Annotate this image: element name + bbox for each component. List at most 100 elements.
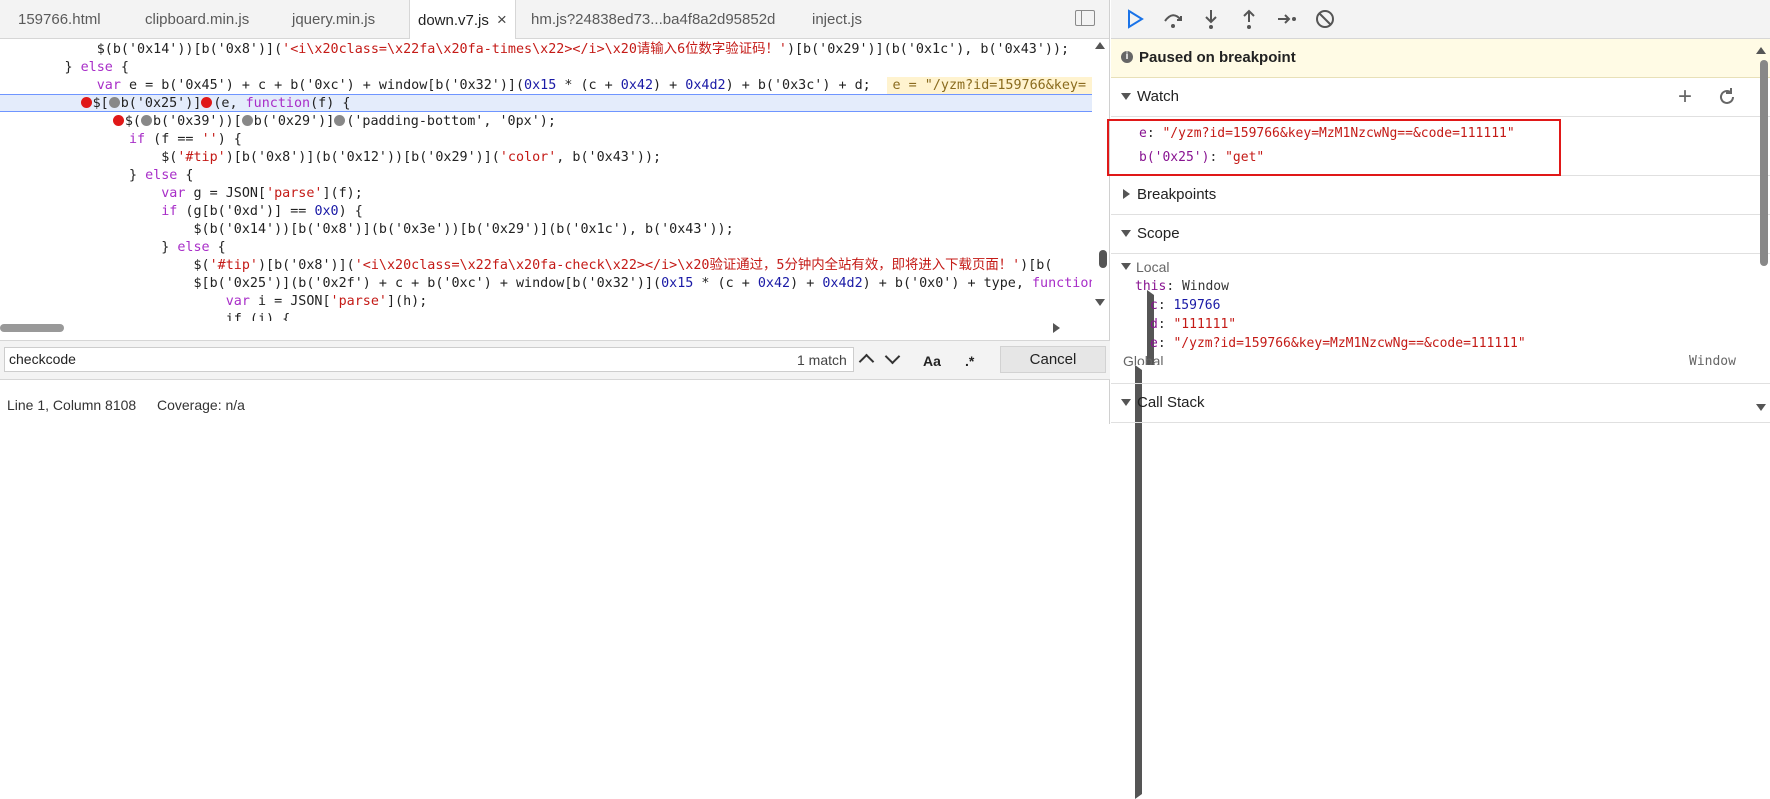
code-line: $('#tip')[b('0x8')](b('0x12'))[b('0x29')… bbox=[0, 150, 662, 165]
code-line: $(b('0x39'))[b('0x29')] ('padding-bottom'… bbox=[0, 113, 1092, 131]
refresh-icon[interactable] bbox=[1717, 87, 1737, 107]
editor-tab-bar: 159766.html clipboard.min.js jquery.min.… bbox=[0, 0, 1109, 39]
match-count: 1 match bbox=[797, 352, 847, 368]
resume-icon bbox=[1128, 9, 1144, 29]
scroll-down-icon[interactable] bbox=[1095, 299, 1105, 306]
breakpoints-title: Breakpoints bbox=[1137, 186, 1217, 203]
inline-breakpoint-icon[interactable] bbox=[108, 97, 120, 108]
step-over-button[interactable] bbox=[1161, 8, 1185, 30]
breakpoint-icon[interactable] bbox=[201, 97, 213, 108]
tab-clipboard-min-js[interactable]: clipboard.min.js bbox=[145, 0, 249, 38]
expand-arrow-icon bbox=[1121, 230, 1131, 237]
inline-breakpoint-icon[interactable] bbox=[334, 115, 346, 126]
step-out-icon bbox=[1243, 9, 1255, 29]
step-into-button[interactable] bbox=[1199, 8, 1223, 30]
scope-item[interactable]: d: "111111" bbox=[1150, 315, 1236, 334]
cancel-button[interactable]: Cancel bbox=[1000, 346, 1106, 373]
toggle-sidebar-icon[interactable] bbox=[1075, 10, 1095, 26]
watch-item[interactable]: b('0x25'): "get" bbox=[1139, 150, 1264, 165]
watch-section-header[interactable]: Watch + bbox=[1111, 78, 1770, 117]
code-line: if (i) { bbox=[0, 312, 291, 321]
callstack-section-header[interactable]: Call Stack bbox=[1111, 383, 1770, 423]
horizontal-scrollbar[interactable] bbox=[0, 321, 1092, 335]
inline-value-e: e = "/yzm?id=159766&key= bbox=[886, 77, 1092, 94]
search-bar: checkcode 1 match Aa .* Cancel bbox=[0, 340, 1110, 380]
tab-inject-js[interactable]: inject.js bbox=[812, 0, 862, 38]
status-bar: Line 1, Column 8108 Coverage: n/a bbox=[0, 392, 1110, 422]
global-scope-value: Window bbox=[1689, 354, 1736, 369]
info-icon: i bbox=[1121, 51, 1133, 63]
code-line: $(b('0x14'))[b('0x8')](b('0x3e'))[b('0x2… bbox=[0, 222, 734, 237]
code-line: if (f == '') { bbox=[129, 132, 242, 147]
tab-159766-html[interactable]: 159766.html bbox=[18, 0, 101, 38]
next-match-button[interactable] bbox=[881, 348, 903, 370]
scope-section-header[interactable]: Scope bbox=[1111, 215, 1770, 254]
deactivate-breakpoints-icon bbox=[1316, 10, 1334, 28]
step-icon bbox=[1278, 14, 1296, 24]
scope-title: Scope bbox=[1137, 225, 1180, 242]
tab-label: down.v7.js bbox=[418, 12, 489, 29]
regex-button[interactable]: .* bbox=[965, 353, 974, 369]
breakpoint-icon[interactable] bbox=[80, 97, 92, 108]
tab-down-v7-js[interactable]: down.v7.js × bbox=[409, 0, 516, 39]
deactivate-breakpoints-button[interactable] bbox=[1313, 8, 1337, 30]
expand-arrow-icon bbox=[1121, 399, 1131, 406]
resume-button[interactable] bbox=[1123, 8, 1147, 30]
code-line: $('#tip')[b('0x8')]('<i\x20class=\x22fa\… bbox=[0, 258, 1053, 273]
debugger-toolbar bbox=[1111, 0, 1770, 39]
coverage-status[interactable]: Coverage: n/a bbox=[157, 397, 245, 413]
collapse-arrow-icon bbox=[1123, 189, 1130, 199]
watch-list: e: "/yzm?id=159766&key=MzM1NzcwNg==&code… bbox=[1107, 117, 1770, 176]
match-case-button[interactable]: Aa bbox=[923, 353, 941, 369]
cursor-position: Line 1, Column 8108 bbox=[7, 397, 137, 413]
scroll-up-icon[interactable] bbox=[1756, 47, 1766, 54]
step-over-icon bbox=[1164, 14, 1182, 28]
chevron-up-icon bbox=[858, 353, 874, 370]
local-scope[interactable]: Local bbox=[1121, 258, 1169, 278]
code-line: $(b('0x14'))[b('0x8')]('<i\x20class=\x22… bbox=[0, 42, 1070, 57]
chevron-down-icon bbox=[884, 348, 900, 365]
tab-jquery-min-js[interactable]: jquery.min.js bbox=[292, 0, 375, 38]
source-editor-pane: 159766.html clipboard.min.js jquery.min.… bbox=[0, 0, 1110, 424]
tab-hm-js[interactable]: hm.js?24838ed73...ba4f8a2d95852d bbox=[531, 0, 775, 38]
previous-match-button[interactable] bbox=[855, 348, 877, 370]
inline-breakpoint-icon[interactable] bbox=[141, 115, 152, 126]
code-line: $[b('0x25')](b('0x2f') + c + b('0xc') + … bbox=[0, 276, 1092, 291]
execution-line: $[b('0x25')] (e, function(f) { bbox=[0, 94, 1092, 112]
global-scope[interactable]: Global bbox=[1123, 352, 1770, 799]
expand-arrow-icon bbox=[1121, 263, 1131, 270]
code-line: } else { bbox=[0, 60, 129, 75]
callstack-title: Call Stack bbox=[1137, 394, 1205, 411]
watch-item[interactable]: e: "/yzm?id=159766&key=MzM1NzcwNg==&code… bbox=[1139, 126, 1515, 141]
vertical-scrollbar-thumb[interactable] bbox=[1099, 250, 1107, 268]
horizontal-scrollbar-thumb[interactable] bbox=[0, 324, 64, 332]
debugger-pane: i Paused on breakpoint Watch + e: "/yzm?… bbox=[1107, 0, 1770, 799]
inline-breakpoint-icon[interactable] bbox=[241, 115, 253, 126]
step-button[interactable] bbox=[1275, 8, 1299, 30]
step-into-icon bbox=[1205, 10, 1217, 29]
code-line: } else { bbox=[0, 240, 226, 255]
code-view[interactable]: $(b('0x14'))[b('0x8')]('<i\x20class=\x22… bbox=[0, 39, 1092, 321]
code-line: var g = JSON['parse'](f); bbox=[161, 186, 363, 201]
code-line: } else { bbox=[0, 168, 194, 183]
code-line: var e = b('0x45') + c + b('0xc') + windo… bbox=[0, 77, 1092, 95]
breakpoint-icon[interactable] bbox=[112, 115, 124, 126]
scope-item-this[interactable]: this: Window bbox=[1135, 277, 1770, 724]
expand-arrow-icon bbox=[1121, 93, 1131, 100]
breakpoints-section-header[interactable]: Breakpoints bbox=[1111, 176, 1770, 215]
scroll-right-icon[interactable] bbox=[1053, 323, 1060, 333]
watch-title: Watch bbox=[1137, 88, 1179, 105]
code-line: if (g[b('0xd')] == 0x0) { bbox=[161, 204, 363, 219]
paused-banner: i Paused on breakpoint bbox=[1111, 39, 1770, 78]
scope-item[interactable]: c: 159766 bbox=[1150, 296, 1220, 315]
scroll-down-icon[interactable] bbox=[1756, 404, 1766, 411]
step-out-button[interactable] bbox=[1237, 8, 1261, 30]
vertical-scrollbar-thumb[interactable] bbox=[1760, 60, 1768, 266]
search-input[interactable]: checkcode bbox=[4, 347, 854, 372]
scope-item[interactable]: e: "/yzm?id=159766&key=MzM1NzcwNg==&code… bbox=[1150, 334, 1526, 353]
add-watch-icon[interactable]: + bbox=[1678, 78, 1692, 116]
paused-label: Paused on breakpoint bbox=[1139, 49, 1296, 66]
scroll-up-icon[interactable] bbox=[1095, 42, 1105, 49]
collapse-arrow-icon bbox=[1135, 365, 1770, 799]
close-icon[interactable]: × bbox=[497, 10, 507, 29]
